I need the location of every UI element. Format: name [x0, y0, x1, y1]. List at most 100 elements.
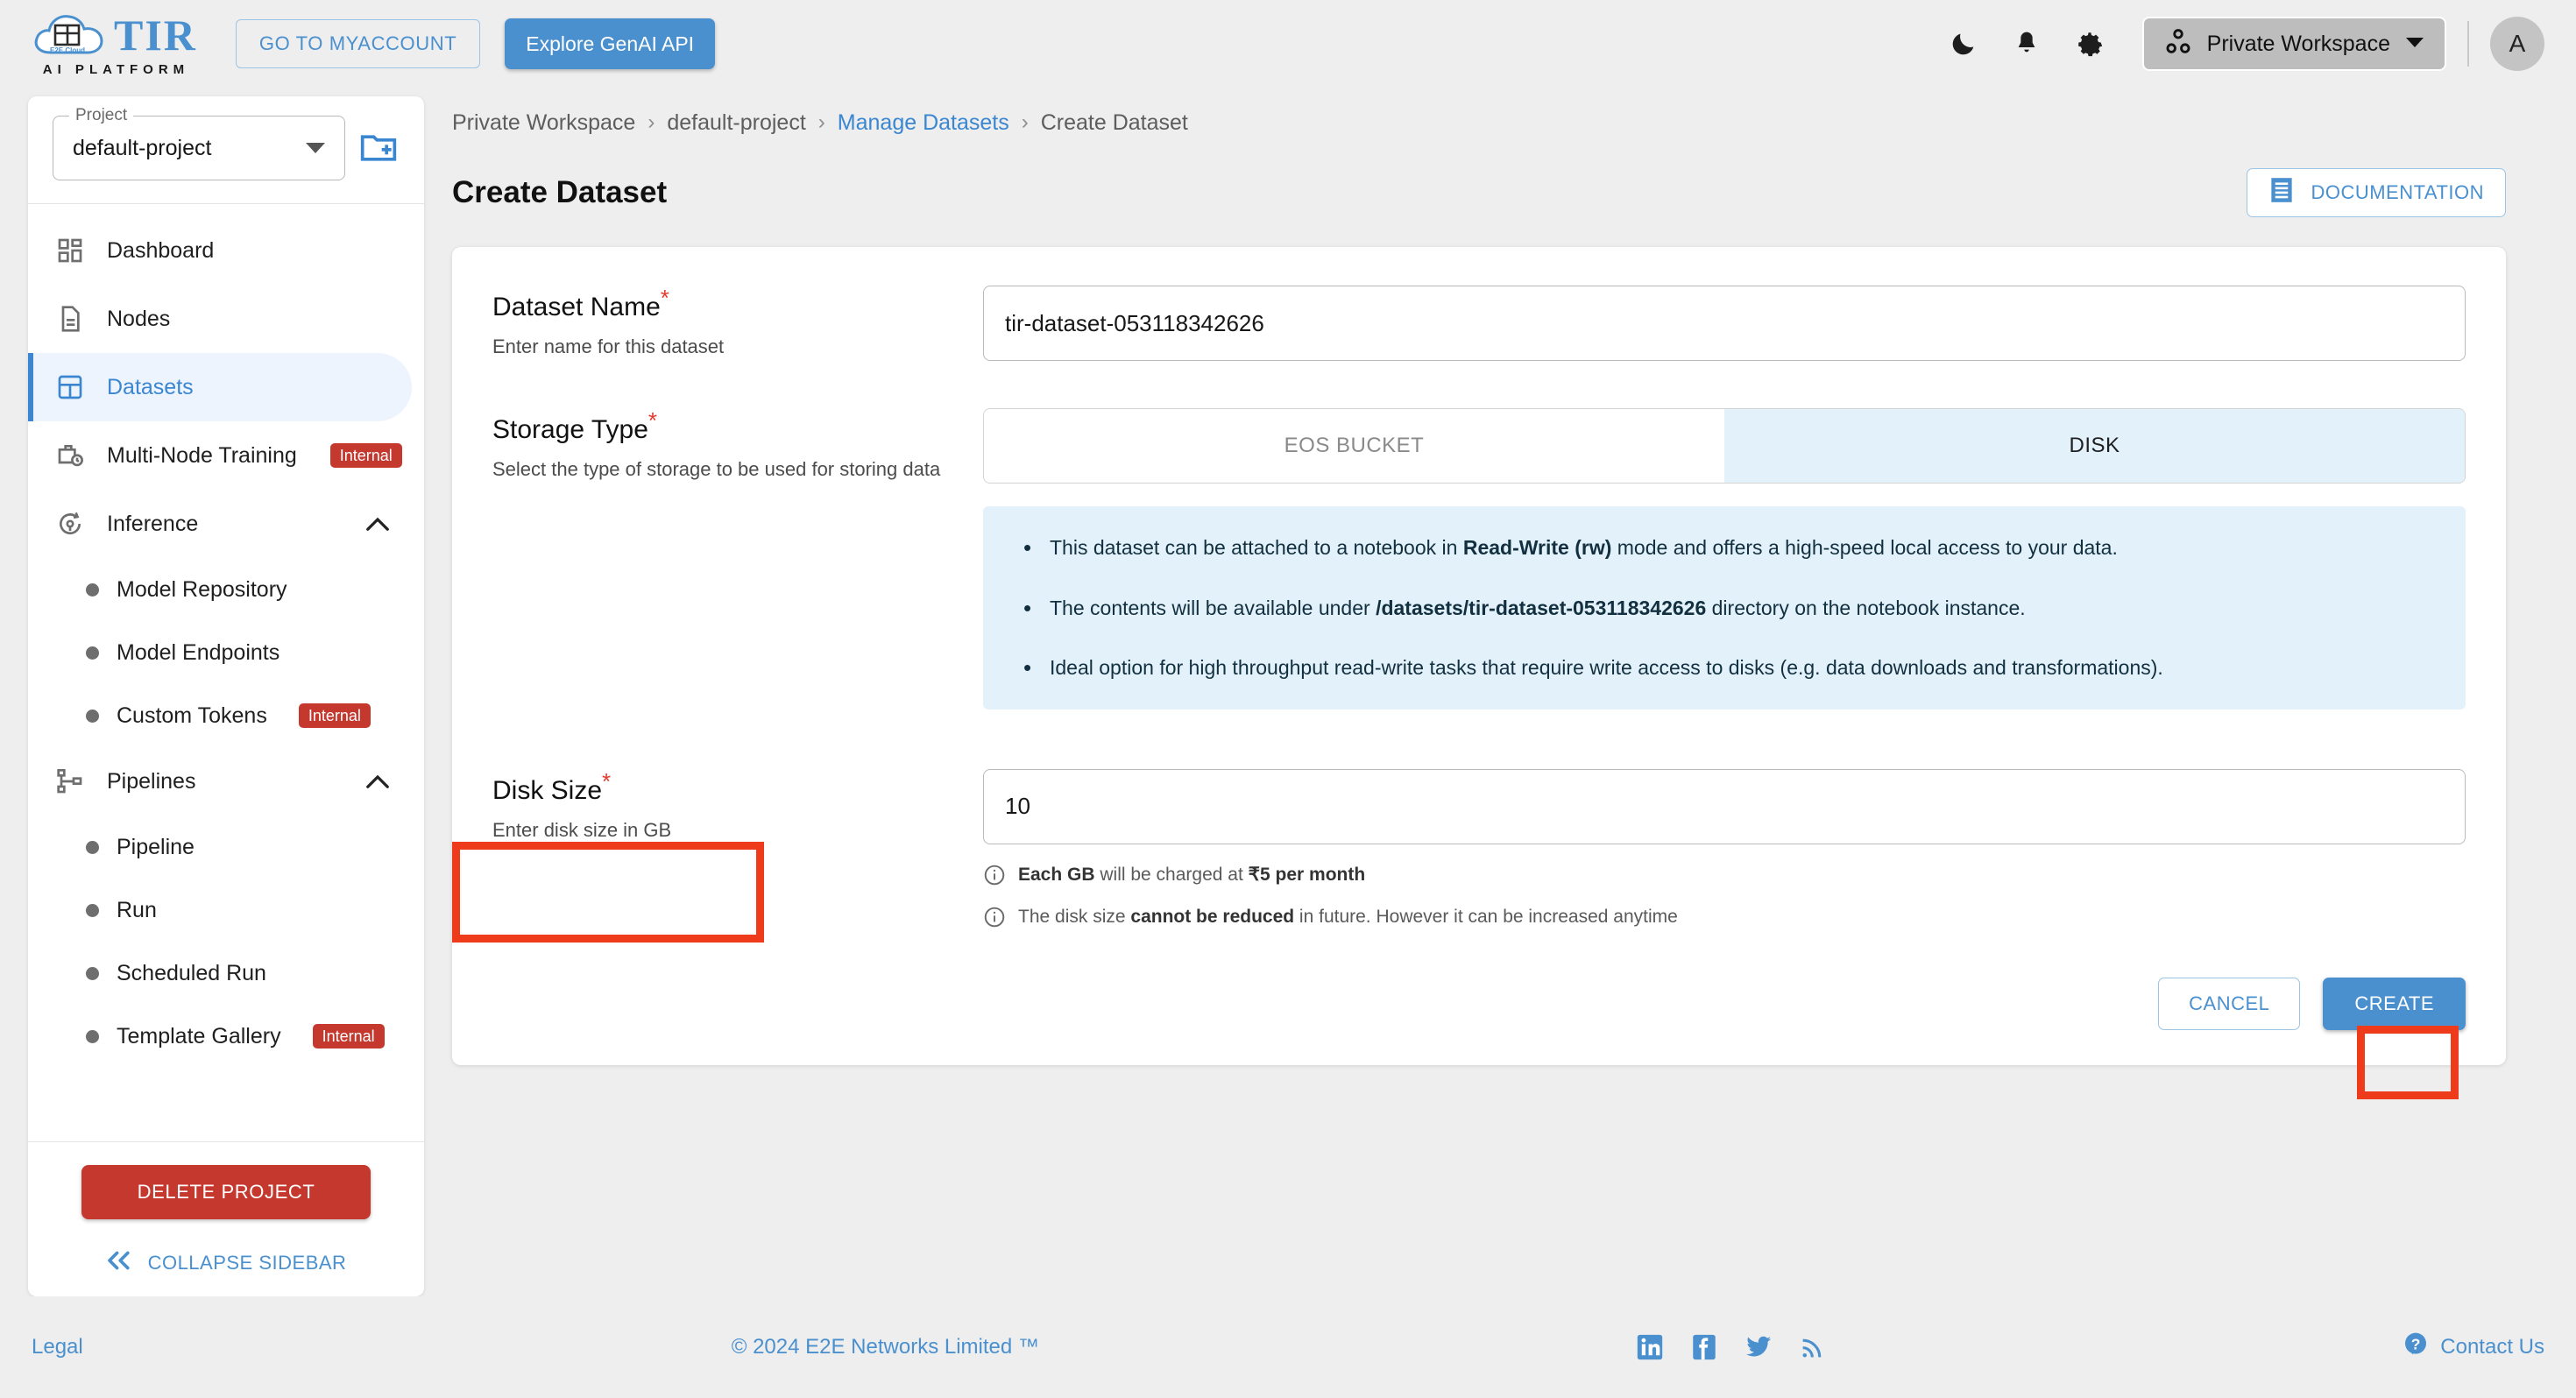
contact-us-link[interactable]: ? Contact Us — [2402, 1331, 2544, 1365]
storage-type-sublabel: Select the type of storage to be used fo… — [492, 458, 941, 480]
disk-info-panel: This dataset can be attached to a notebo… — [983, 506, 2466, 710]
logo-subtitle: AI PLATFORM — [42, 62, 190, 77]
documentation-button[interactable]: DOCUMENTATION — [2247, 168, 2506, 217]
chevron-up-icon — [364, 773, 391, 790]
linkedin-icon[interactable] — [1635, 1332, 1665, 1362]
info-bullet: The contents will be available under /da… — [1023, 591, 2431, 625]
dataset-name-label-group: Dataset Name* Enter name for this datase… — [492, 286, 983, 361]
go-to-myaccount-button[interactable]: GO TO MYACCOUNT — [235, 19, 481, 68]
new-folder-icon[interactable] — [357, 127, 400, 169]
chevron-down-icon — [2404, 35, 2425, 53]
main-content: Private Workspace › default-project › Ma… — [452, 96, 2576, 1065]
info-icon — [983, 864, 1006, 886]
document-list-icon — [2268, 176, 2295, 209]
info-bullet-pre: The contents will be available under — [1050, 596, 1376, 619]
storage-type-row: Storage Type* Select the type of storage… — [492, 408, 2466, 710]
storage-type-option-eos-bucket[interactable]: EOS BUCKET — [984, 409, 1724, 483]
briefcase-clock-icon — [53, 438, 88, 473]
sidebar-item-model-endpoints[interactable]: Model Endpoints — [28, 621, 424, 684]
status-badge: Internal — [312, 1024, 385, 1048]
sidebar-item-dashboard[interactable]: Dashboard — [28, 216, 412, 285]
inference-icon — [53, 506, 88, 541]
dataset-name-row: Dataset Name* Enter name for this datase… — [492, 286, 2466, 361]
hint-mid: will be charged at — [1094, 865, 1249, 885]
breadcrumb-separator: › — [648, 110, 655, 134]
create-button[interactable]: CREATE — [2323, 977, 2466, 1030]
sidebar-item-label: Inference — [107, 511, 199, 536]
workspace-selector[interactable]: Private Workspace — [2141, 17, 2446, 71]
bullet-icon — [86, 646, 99, 660]
disk-size-input[interactable] — [983, 768, 2466, 844]
sidebar-item-custom-tokens[interactable]: Custom Tokens Internal — [28, 684, 424, 747]
moon-icon[interactable] — [1939, 19, 1988, 68]
grid-icon — [53, 370, 88, 405]
cancel-button[interactable]: CANCEL — [2158, 977, 2301, 1030]
sidebar: Project default-project Dashboard Nodes … — [28, 96, 424, 1296]
page-title: Create Dataset — [452, 175, 668, 209]
avatar[interactable]: A — [2490, 17, 2544, 71]
contact-us-label: Contact Us — [2440, 1335, 2544, 1359]
required-marker: * — [602, 767, 612, 794]
project-select[interactable]: Project default-project — [53, 106, 345, 180]
disk-size-row: Disk Size* Enter disk size in GB Each GB… — [492, 768, 2466, 928]
documentation-label: DOCUMENTATION — [2311, 181, 2484, 203]
dataset-name-sublabel: Enter name for this dataset — [492, 335, 725, 357]
bullet-icon — [86, 582, 99, 597]
workspace-label: Private Workspace — [2206, 31, 2390, 56]
hint-disk-size-irreversible: The disk size cannot be reduced in futur… — [983, 906, 2466, 928]
footer: Legal © 2024 E2E Networks Limited ™ ? Co… — [0, 1296, 2576, 1398]
project-legend: Project — [69, 106, 134, 125]
sidebar-item-label: Dashboard — [107, 237, 215, 263]
sidebar-subitem-label: Scheduled Run — [117, 960, 266, 985]
sidebar-item-run[interactable]: Run — [28, 879, 424, 942]
storage-type-option-disk[interactable]: DISK — [1724, 409, 2465, 483]
info-bullet-post: mode and offers a high-speed local acces… — [1611, 536, 2118, 559]
sidebar-item-model-repository[interactable]: Model Repository — [28, 558, 424, 621]
dataset-name-label: Dataset Name* — [492, 286, 983, 322]
sidebar-item-template-gallery[interactable]: Template Gallery Internal — [28, 1005, 424, 1068]
dataset-name-input[interactable] — [983, 286, 2466, 361]
gear-icon[interactable] — [2065, 19, 2114, 68]
card-actions: CANCEL CREATE — [492, 977, 2466, 1030]
sidebar-item-nodes[interactable]: Nodes — [28, 285, 412, 353]
cloud-logo-icon: E2E Cloud — [32, 11, 109, 60]
pipeline-icon — [53, 764, 88, 799]
breadcrumb-item-project: default-project — [667, 109, 806, 135]
delete-project-button[interactable]: DELETE PROJECT — [81, 1165, 371, 1219]
storage-type-label-group: Storage Type* Select the type of storage… — [492, 408, 983, 484]
hint-pre: The disk size — [1018, 906, 1131, 927]
document-icon — [53, 301, 88, 336]
sidebar-item-multi-node-training[interactable]: Multi-Node Training Internal — [28, 421, 412, 490]
breadcrumb-separator: › — [1021, 110, 1029, 134]
collapse-sidebar-button[interactable]: COLLAPSE SIDEBAR — [28, 1251, 424, 1275]
breadcrumb-item-create-dataset: Create Dataset — [1040, 109, 1188, 135]
breadcrumb-separator: › — [817, 110, 825, 134]
sidebar-footer: DELETE PROJECT COLLAPSE SIDEBAR — [28, 1141, 424, 1296]
tir-logo[interactable]: E2E Cloud TIR AI PLATFORM — [32, 11, 197, 77]
status-badge: Internal — [298, 703, 371, 728]
rss-icon[interactable] — [1798, 1332, 1828, 1362]
sidebar-item-inference[interactable]: Inference — [28, 490, 412, 558]
sidebar-item-datasets[interactable]: Datasets — [28, 353, 412, 421]
facebook-icon[interactable] — [1689, 1332, 1719, 1362]
sidebar-nav[interactable]: Dashboard Nodes Datasets Multi-Node Trai… — [28, 204, 424, 1141]
status-badge: Internal — [329, 443, 402, 468]
explore-genai-api-button[interactable]: Explore GenAI API — [505, 18, 716, 69]
double-chevron-left-icon — [106, 1251, 132, 1275]
app-root: E2E Cloud TIR AI PLATFORM GO TO MYACCOUN… — [0, 0, 2576, 1398]
twitter-icon[interactable] — [1744, 1332, 1773, 1362]
breadcrumb-item-manage-datasets[interactable]: Manage Datasets — [838, 110, 1009, 136]
bullet-icon — [86, 840, 99, 854]
sidebar-item-scheduled-run[interactable]: Scheduled Run — [28, 942, 424, 1005]
info-bullet: This dataset can be attached to a notebo… — [1023, 531, 2431, 564]
sidebar-subitem-label: Model Repository — [117, 576, 287, 602]
sidebar-item-pipelines[interactable]: Pipelines — [28, 747, 412, 816]
dataset-name-field-wrap — [983, 286, 2466, 361]
project-value: default-project — [73, 135, 212, 160]
sidebar-item-pipeline[interactable]: Pipeline — [28, 816, 424, 879]
copyright-text: © 2024 E2E Networks Limited ™ — [731, 1335, 1039, 1359]
disk-size-label-group: Disk Size* Enter disk size in GB — [492, 769, 983, 844]
legal-link[interactable]: Legal — [32, 1335, 83, 1359]
bell-icon[interactable] — [2002, 19, 2051, 68]
info-icon — [983, 906, 1006, 928]
